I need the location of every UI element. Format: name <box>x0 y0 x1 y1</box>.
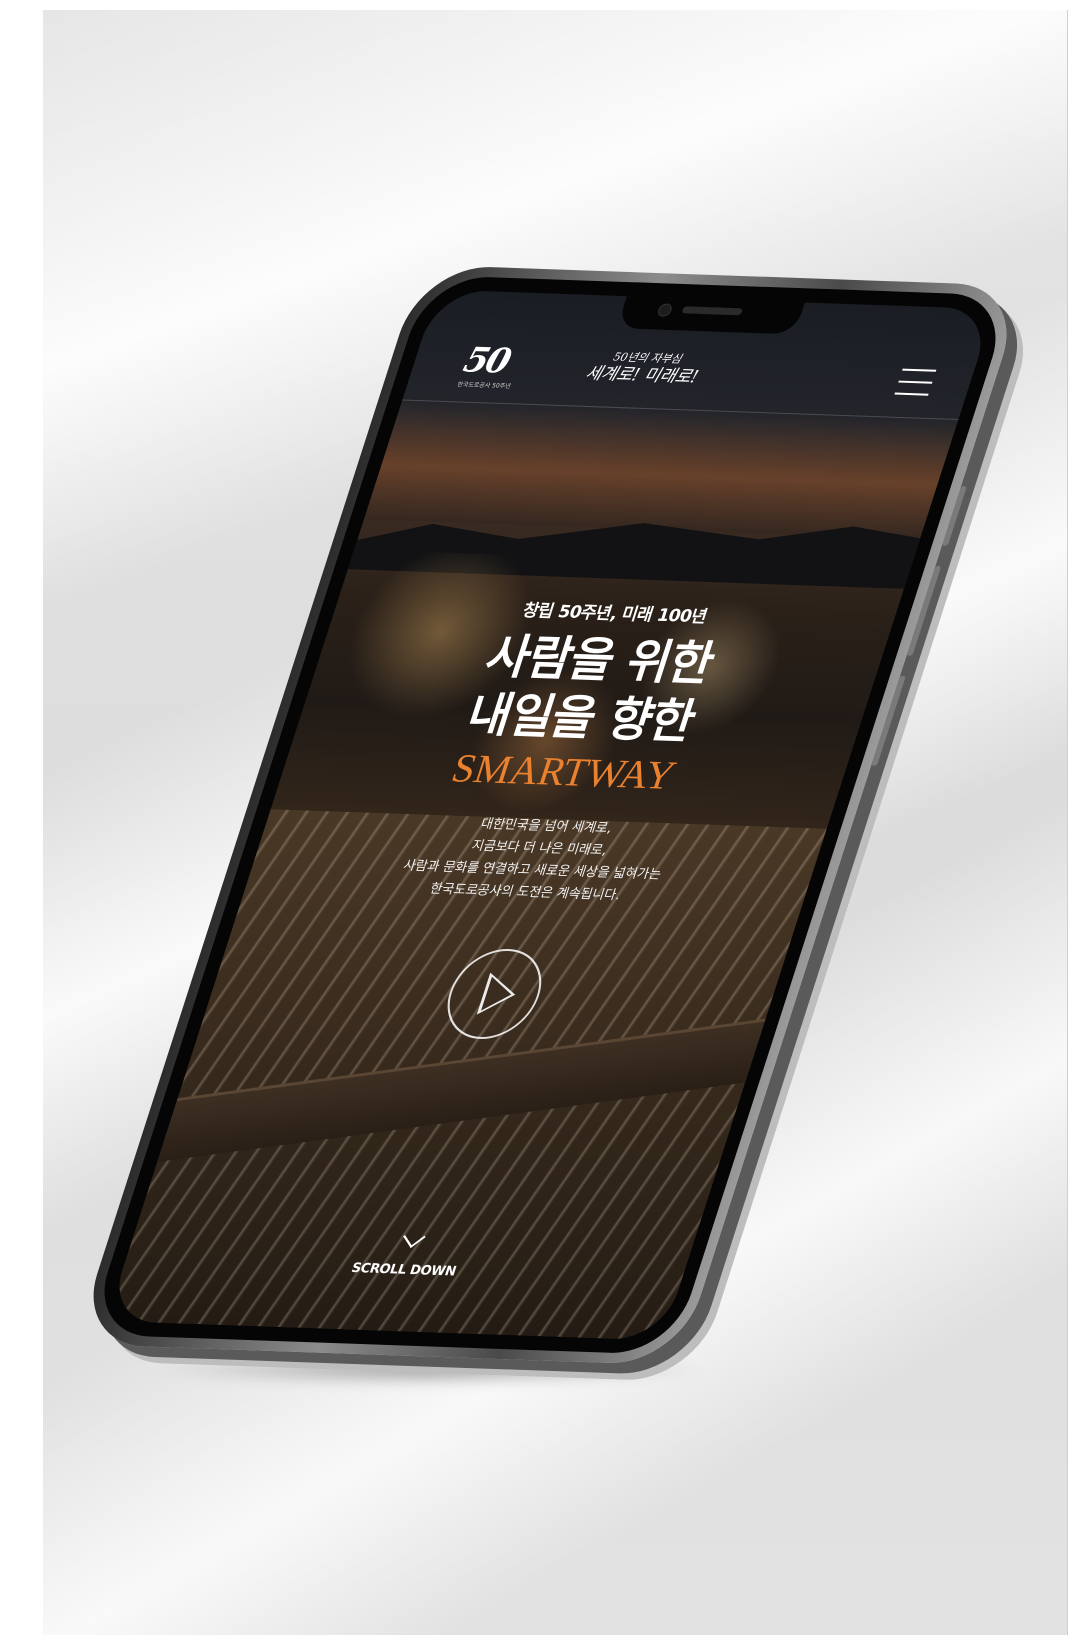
page-canvas: 50 한국도로공사 50주년 50년의 자부심 세계로! 미래로! 창립 50주… <box>0 0 1081 1635</box>
header-slogan: 50년의 자부심 세계로! 미래로! <box>582 350 706 388</box>
hero-headline: 사람을 위한 내일을 향한 <box>294 622 887 758</box>
chevron-down-icon <box>403 1225 426 1249</box>
site-header: 50 한국도로공사 50주년 50년의 자부심 세계로! 미래로! <box>402 289 994 421</box>
logo-mark: 50 <box>458 340 515 382</box>
site-logo[interactable]: 50 한국도로공사 50주년 <box>456 340 524 391</box>
hamburger-icon[interactable] <box>894 368 937 396</box>
background-sunset <box>363 399 959 539</box>
camera-icon <box>656 303 674 317</box>
speaker-grille <box>681 306 743 316</box>
slogan-big: 세계로! 미래로! <box>582 363 701 388</box>
play-icon <box>476 972 522 1016</box>
hero-section: 창립 50주년, 미래 100년 사람을 위한 내일을 향한 SMARTWAY … <box>243 589 897 913</box>
logo-subtitle: 한국도로공사 50주년 <box>456 381 512 391</box>
